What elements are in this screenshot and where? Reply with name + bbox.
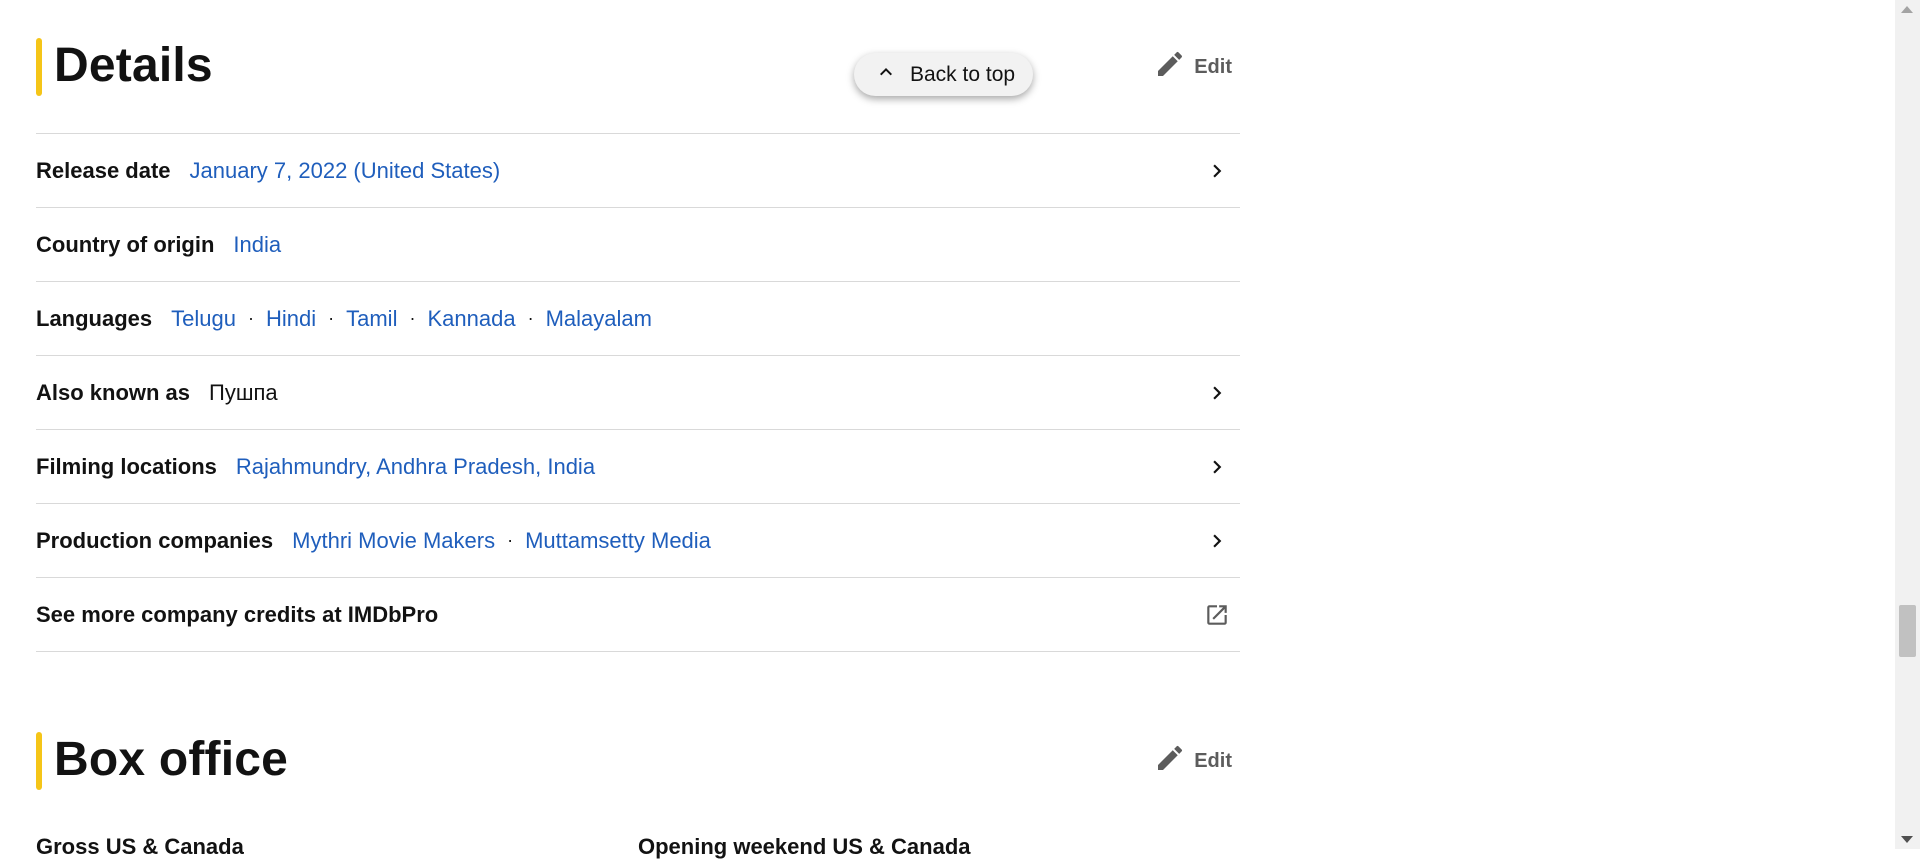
aka-value: Пушпа [209,379,278,405]
chevron-right-icon[interactable] [1204,158,1230,184]
production-company-link[interactable]: Mythri Movie Makers [292,528,495,554]
detail-row-imdbpro[interactable]: See more company credits at IMDbPro [36,578,1240,652]
scroll-down-arrow[interactable] [1901,836,1913,843]
detail-label: Languages [36,305,153,331]
language-link[interactable]: Kannada [427,306,515,332]
separator-dot: · [507,530,514,550]
gross-label: Gross US & Canada [36,834,244,859]
language-link[interactable]: Hindi [266,306,316,332]
details-edit-button[interactable]: Edit [1154,48,1232,86]
pencil-icon [1154,742,1186,780]
chevron-up-icon [874,60,898,90]
imdbpro-link-label[interactable]: See more company credits at IMDbPro [36,602,438,628]
scroll-thumb[interactable] [1899,605,1916,657]
section-accent-bar [36,732,42,790]
production-company-link[interactable]: Muttamsetty Media [525,528,711,554]
language-link[interactable]: Telugu [171,306,236,332]
section-accent-bar [36,38,42,96]
separator-dot: · [409,308,416,328]
country-link[interactable]: India [233,232,281,258]
details-title: Details [54,39,213,92]
back-to-top-label: Back to top [910,62,1016,86]
detail-row-languages: Languages Telugu · Hindi · Tamil · Kanna… [36,282,1240,356]
detail-row-production-companies[interactable]: Production companies Mythri Movie Makers… [36,504,1240,578]
box-office-sublabels: Gross US & Canada Opening weekend US & C… [36,834,1240,864]
details-list: Release date January 7, 2022 (United Sta… [36,133,1240,652]
separator-dot: · [247,308,254,328]
detail-row-country: Country of origin India [36,208,1240,282]
detail-label: Release date [36,157,171,183]
back-to-top-button[interactable]: Back to top [854,53,1034,96]
release-date-link[interactable]: January 7, 2022 (United States) [190,158,501,184]
language-link[interactable]: Malayalam [546,306,652,332]
box-office-head: Box office Edit [36,696,1240,794]
scroll-up-arrow[interactable] [1901,6,1913,13]
separator-dot: · [328,308,335,328]
detail-label: Also known as [36,379,191,405]
chevron-right-icon[interactable] [1204,528,1230,554]
separator-dot: · [527,308,534,328]
detail-row-filming-locations[interactable]: Filming locations Rajahmundry, Andhra Pr… [36,430,1240,504]
filming-location-link[interactable]: Rajahmundry, Andhra Pradesh, India [236,454,595,480]
box-office-edit-button[interactable]: Edit [1154,742,1232,780]
main-content: Details Edit Release date January 7, 202… [36,0,1240,859]
detail-label: Country of origin [36,231,215,257]
chevron-right-icon[interactable] [1204,380,1230,406]
box-office-header: Box office Edit [36,696,1240,794]
box-office-title: Box office [54,733,289,786]
edit-label: Edit [1194,749,1232,772]
detail-label: Filming locations [36,453,217,479]
pencil-icon [1154,48,1186,86]
details-header: Details Edit [36,0,1240,98]
external-link-icon[interactable] [1204,602,1230,628]
edit-label: Edit [1194,55,1232,78]
vertical-scrollbar[interactable] [1895,0,1920,849]
detail-row-release-date[interactable]: Release date January 7, 2022 (United Sta… [36,134,1240,208]
language-link[interactable]: Tamil [346,306,397,332]
detail-row-also-known-as[interactable]: Also known as Пушпа [36,356,1240,430]
opening-weekend-label: Opening weekend US & Canada [638,834,971,859]
detail-label: Production companies [36,527,274,553]
chevron-right-icon[interactable] [1204,454,1230,480]
